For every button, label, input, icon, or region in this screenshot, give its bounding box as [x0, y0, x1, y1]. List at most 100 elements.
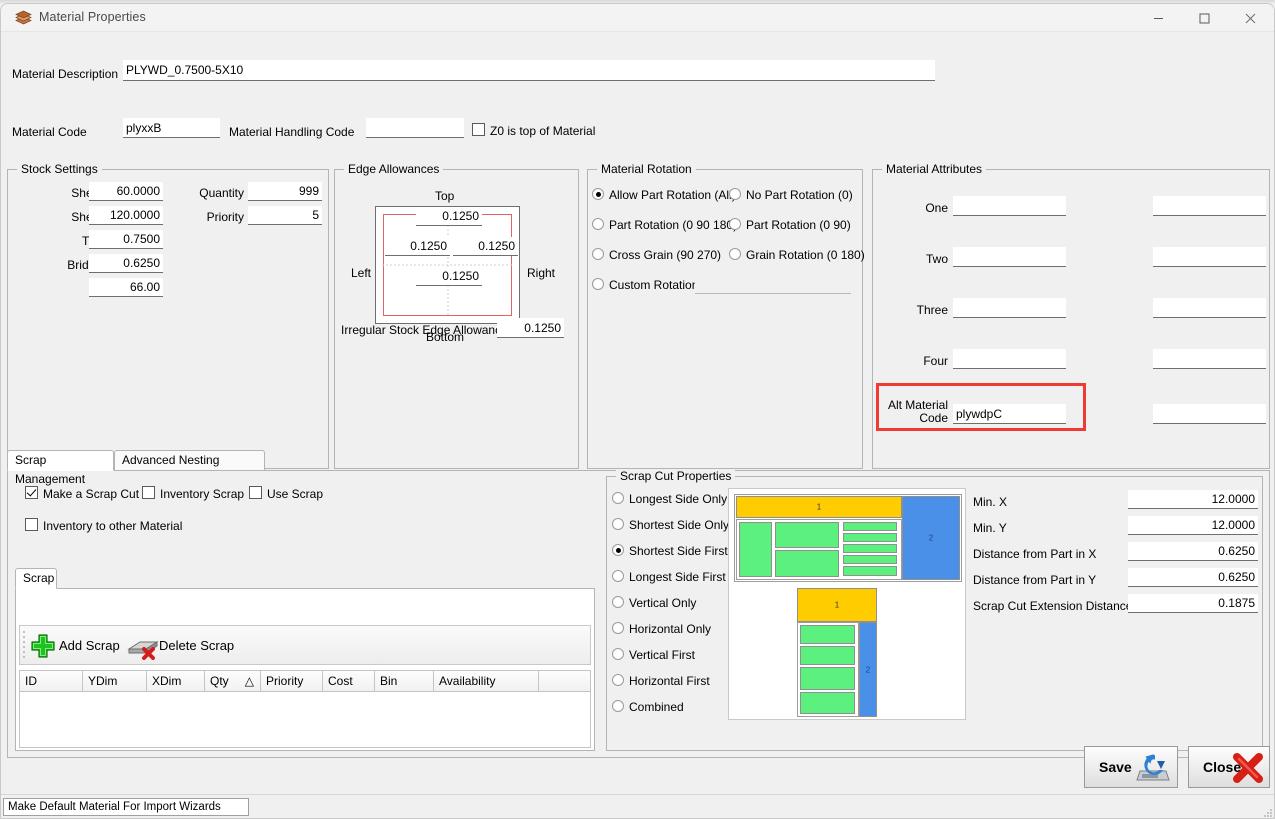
grid-col-xdim[interactable]: XDim [147, 671, 205, 691]
grid-header-filler [539, 670, 591, 692]
scrap-grid-body[interactable] [19, 692, 591, 748]
add-scrap-button[interactable]: Add Scrap [59, 638, 120, 653]
attr-two-label: Two [886, 252, 948, 266]
cost-input[interactable] [89, 278, 163, 297]
preview-part [843, 533, 897, 542]
label-part-rotation-0-90-180: Part Rotation (0 90 180) [609, 218, 737, 232]
label-vertical-only: Vertical Only [629, 596, 696, 610]
scrap-cut-extension-distance-input[interactable] [1128, 594, 1258, 613]
radio-shortest-side-first[interactable] [612, 544, 624, 556]
quantity-label: Quantity [176, 186, 244, 200]
title-bar: Material Properties [1, 4, 1274, 32]
thickness-input[interactable] [89, 230, 163, 249]
grid-col-qty-label: Qty [210, 674, 229, 688]
priority-input[interactable] [248, 206, 322, 225]
radio-combined[interactable] [612, 700, 624, 712]
save-disk-icon [1135, 753, 1171, 786]
grid-col-availability[interactable]: Availability [434, 671, 538, 691]
material-code-label: Material Code [12, 125, 87, 139]
material-rotation-group: Material Rotation [587, 169, 863, 469]
priority-label: Priority [176, 210, 244, 224]
resize-grip-icon[interactable] [1262, 807, 1274, 819]
tab-advanced-nesting-parameters[interactable]: Advanced Nesting Parameters [114, 450, 265, 471]
grid-col-ydim[interactable]: YDim [83, 671, 147, 691]
radio-part-rotation-0-90-180[interactable] [592, 218, 604, 230]
z0-is-top-checkbox[interactable] [472, 123, 485, 136]
material-code-input[interactable] [123, 118, 220, 138]
delete-scrap-button[interactable]: Delete Scrap [159, 638, 234, 653]
label-longest-side-first: Longest Side First [629, 570, 726, 584]
save-button[interactable]: Save [1084, 746, 1178, 788]
min-x-input[interactable] [1128, 490, 1258, 509]
bridge-width-input[interactable] [89, 254, 163, 273]
edge-bottom-input[interactable] [416, 267, 482, 286]
attr-two-left-input[interactable] [953, 247, 1066, 267]
preview-part [800, 625, 855, 644]
attr-three-right-input[interactable] [1153, 298, 1266, 318]
radio-allow-part-rotation-all[interactable] [592, 188, 604, 200]
quantity-input[interactable] [248, 182, 322, 201]
attr-one-left-input[interactable] [953, 196, 1066, 216]
radio-horizontal-only[interactable] [612, 622, 624, 634]
attr-four-left-input[interactable] [953, 349, 1066, 369]
close-button[interactable]: Close [1188, 746, 1270, 788]
distance-from-part-x-input[interactable] [1128, 542, 1258, 561]
radio-vertical-first[interactable] [612, 648, 624, 660]
attr-two-right-input[interactable] [1153, 247, 1266, 267]
close-window-button[interactable] [1227, 4, 1273, 32]
radio-grain-rotation-0-180[interactable] [729, 248, 741, 260]
inventory-scrap-checkbox[interactable] [142, 486, 155, 499]
grid-col-priority[interactable]: Priority [261, 671, 323, 691]
custom-rotation-input[interactable] [695, 275, 851, 294]
maximize-icon [1199, 13, 1210, 24]
radio-vertical-only[interactable] [612, 596, 624, 608]
radio-custom-rotation[interactable] [592, 278, 604, 290]
label-combined: Combined [629, 700, 684, 714]
radio-longest-side-only[interactable] [612, 492, 624, 504]
edge-top-input[interactable] [416, 207, 482, 226]
inventory-to-other-material-checkbox[interactable] [25, 518, 38, 531]
min-x-label: Min. X [973, 495, 1007, 509]
attr-four-right-input[interactable] [1153, 349, 1266, 369]
preview-bottom-scrap-1: 1 [797, 588, 877, 622]
attr-one-right-input[interactable] [1153, 196, 1266, 216]
min-y-label: Min. Y [973, 521, 1007, 535]
sheet-stock-width-input[interactable] [89, 182, 163, 201]
preview-part [775, 550, 839, 577]
alt-material-code-right-input[interactable] [1153, 404, 1266, 424]
minimize-button[interactable] [1135, 4, 1181, 32]
scrap-cut-extension-distance-label: Scrap Cut Extension Distance [973, 599, 1132, 613]
radio-no-part-rotation[interactable] [729, 188, 741, 200]
make-a-scrap-cut-label: Make a Scrap Cut [43, 487, 139, 501]
tab-scrap-management[interactable]: Scrap Management [7, 450, 114, 471]
make-default-material-status[interactable]: Make Default Material For Import Wizards [3, 798, 249, 816]
min-y-input[interactable] [1128, 516, 1258, 535]
radio-cross-grain-90-270[interactable] [592, 248, 604, 260]
irregular-stock-edge-allowance-input[interactable] [497, 318, 564, 338]
material-handling-code-input[interactable] [366, 118, 464, 138]
material-description-input[interactable] [123, 60, 935, 81]
tab-scrap[interactable]: Scrap [15, 568, 57, 589]
label-custom-rotation: Custom Rotation [609, 278, 698, 292]
edge-left-input[interactable] [385, 237, 450, 256]
maximize-button[interactable] [1181, 4, 1227, 32]
grid-col-qty[interactable]: Qty △ [205, 671, 261, 691]
radio-part-rotation-0-90[interactable] [729, 218, 741, 230]
radio-longest-side-first[interactable] [612, 570, 624, 582]
window-title: Material Properties [39, 10, 146, 24]
scrap-grid-header: ID YDim XDim Qty △ Priority Cost Bin Ava… [19, 670, 539, 692]
grid-col-id[interactable]: ID [20, 671, 83, 691]
grid-col-cost[interactable]: Cost [323, 671, 375, 691]
attr-three-left-input[interactable] [953, 298, 1066, 318]
edge-right-input[interactable] [453, 237, 518, 256]
radio-horizontal-first[interactable] [612, 674, 624, 686]
distance-from-part-y-input[interactable] [1128, 568, 1258, 587]
radio-shortest-side-only[interactable] [612, 518, 624, 530]
distance-from-part-y-label: Distance from Part in Y [973, 573, 1096, 587]
alt-material-code-input[interactable] [953, 404, 1066, 424]
grid-col-bin[interactable]: Bin [375, 671, 434, 691]
client-area: Material Description Material Code Mater… [1, 32, 1275, 819]
scrap-cut-properties-title: Scrap Cut Properties [616, 469, 735, 483]
sheet-stock-length-input[interactable] [89, 206, 163, 225]
use-scrap-checkbox[interactable] [249, 486, 262, 499]
